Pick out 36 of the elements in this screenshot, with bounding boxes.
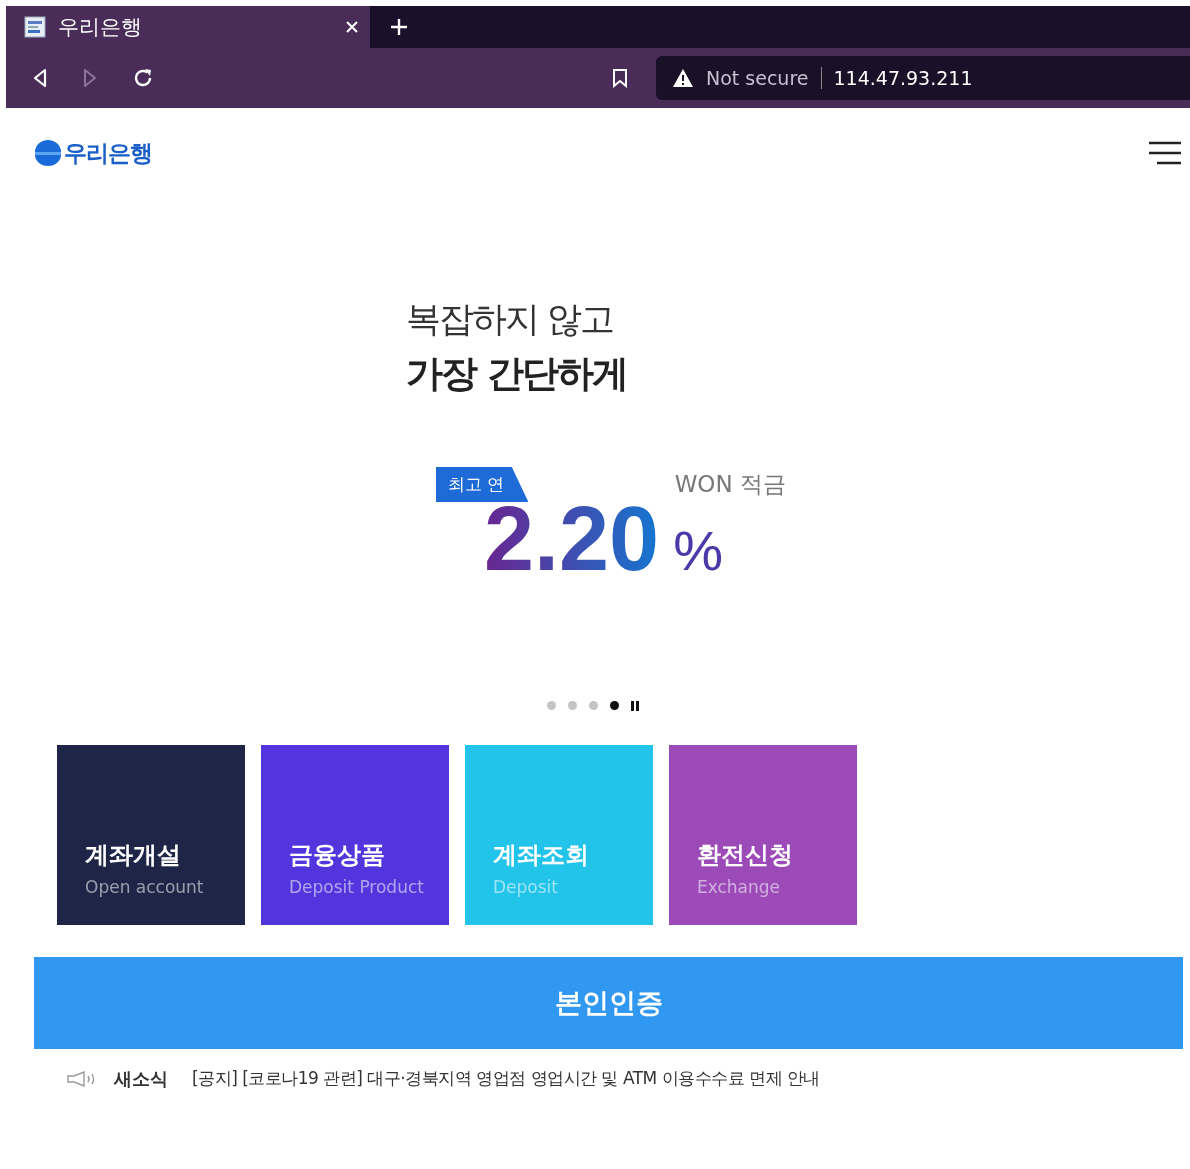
tile-subtitle: Open account xyxy=(85,876,205,897)
menu-tile[interactable]: 금융상품 Deposit Product xyxy=(261,744,449,925)
tile-title: 계좌개설 xyxy=(85,839,182,871)
close-icon[interactable] xyxy=(346,21,358,33)
browser-tab[interactable]: 우리은행 xyxy=(6,6,370,48)
hero-text: 복잡하지 않고 xyxy=(406,298,614,341)
back-icon[interactable] xyxy=(32,68,48,88)
hero-heading: 가장 간단하게 xyxy=(406,351,627,397)
menu-tile[interactable]: 계좌개설 Open account xyxy=(57,744,245,925)
tile-title: 금융상품 xyxy=(289,839,386,871)
menu-icon[interactable] xyxy=(1148,140,1182,166)
product-name: WON 적금 xyxy=(674,470,786,499)
rate-badge: 최고 연 xyxy=(436,467,529,502)
tile-subtitle: Deposit Product xyxy=(289,876,425,897)
news-link[interactable]: [공지] [코로나19 관련] 대구·경북지역 영업점 영업시간 및 ATM 이용수수료 면제 안내 xyxy=(192,1067,820,1090)
tile-subtitle: Deposit xyxy=(493,876,559,897)
forward-icon[interactable] xyxy=(82,68,98,88)
tile-subtitle: Exchange xyxy=(697,876,782,897)
tile-title: 환전신청 xyxy=(697,839,794,871)
address-bar[interactable]: Not secure 114.47.93.211 xyxy=(656,56,1190,100)
slide-indicator[interactable] xyxy=(610,701,619,710)
logo-icon xyxy=(34,140,62,166)
reload-icon[interactable] xyxy=(132,67,154,89)
warning-icon xyxy=(672,68,694,88)
bookmark-icon[interactable] xyxy=(612,68,628,88)
pause-icon[interactable] xyxy=(631,700,639,711)
news-label: 새소식 xyxy=(114,1066,168,1091)
tile-title: 계좌조회 xyxy=(493,839,590,871)
tab-title: 우리은행 xyxy=(58,14,143,41)
url-text: 114.47.93.211 xyxy=(833,67,973,89)
menu-tile[interactable]: 환전신청 Exchange xyxy=(669,744,857,925)
new-tab-icon[interactable] xyxy=(390,18,408,36)
page-icon xyxy=(24,16,46,38)
security-label: Not secure xyxy=(706,67,822,89)
logo-text: 우리은행 xyxy=(64,138,152,168)
percent-sign: % xyxy=(673,518,723,583)
